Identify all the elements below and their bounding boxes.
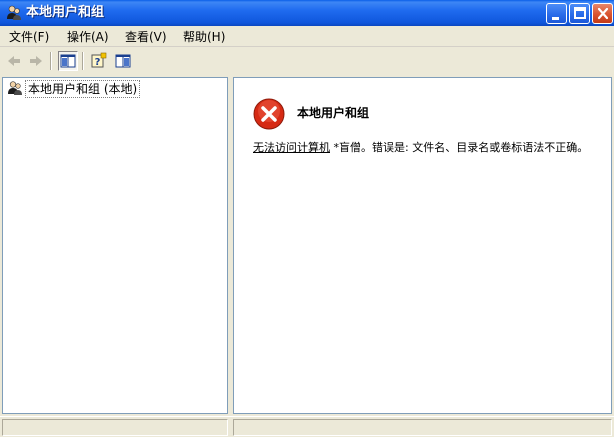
window-title: 本地用户和组 [26, 5, 105, 20]
toolbar: ? [0, 48, 614, 74]
toolbar-separator [50, 52, 52, 70]
close-icon [597, 7, 609, 20]
error-icon [253, 98, 285, 130]
title-bar[interactable]: 本地用户和组 [0, 0, 614, 26]
error-message-detail: *盲僧。错误是: 文件名、目录名或卷标语法不正确。 [330, 141, 589, 154]
back-arrow-icon [8, 56, 20, 66]
menu-bar: 文件(F) 操作(A) 查看(V) 帮助(H) [0, 26, 614, 47]
status-cell [233, 419, 612, 436]
result-pane: 本地用户和组 无法访问计算机 *盲僧。错误是: 文件名、目录名或卷标语法不正确。 [233, 77, 612, 414]
maximize-button[interactable] [569, 3, 590, 24]
maximize-icon [574, 7, 586, 19]
help-button[interactable]: ? [89, 51, 109, 71]
status-bar [0, 416, 614, 437]
action-pane-icon [115, 54, 131, 68]
show-hide-tree-button[interactable] [58, 51, 78, 71]
close-button[interactable] [592, 3, 613, 24]
forward-button[interactable] [26, 51, 46, 71]
menu-help[interactable]: 帮助(H) [179, 29, 229, 45]
svg-text:?: ? [95, 57, 101, 68]
forward-arrow-icon [30, 56, 42, 66]
menu-view[interactable]: 查看(V) [121, 29, 171, 45]
tree-item-label: 本地用户和组 (本地) [25, 80, 141, 98]
minimize-icon [552, 17, 559, 20]
minimize-button[interactable] [546, 3, 567, 24]
users-groups-icon [5, 4, 23, 22]
action-pane-button[interactable] [113, 51, 133, 71]
error-message: 无法访问计算机 *盲僧。错误是: 文件名、目录名或卷标语法不正确。 [253, 141, 593, 154]
toolbar-separator [82, 52, 84, 70]
error-title: 本地用户和组 [297, 106, 370, 120]
main-area: 本地用户和组 (本地) 本地用户和组 无法访问计算机 *盲僧。错误是: 文件名、… [0, 75, 614, 416]
menu-file[interactable]: 文件(F) [5, 29, 53, 45]
error-message-computer: 无法访问计算机 [253, 141, 330, 154]
back-button[interactable] [4, 51, 24, 71]
help-icon: ? [91, 52, 107, 68]
menu-action[interactable]: 操作(A) [63, 29, 113, 45]
users-groups-icon [7, 80, 23, 96]
status-cell [2, 419, 228, 436]
show-hide-tree-icon [60, 54, 76, 68]
tree-pane[interactable]: 本地用户和组 (本地) [2, 77, 228, 414]
